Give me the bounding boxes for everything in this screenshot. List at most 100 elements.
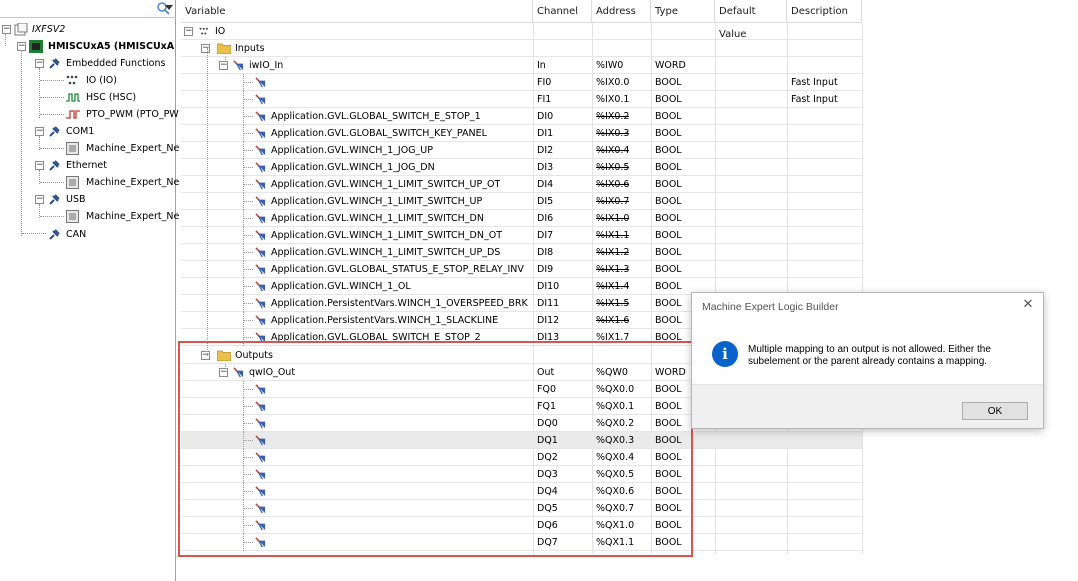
input-channel-row[interactable]: Application.GVL.WINCH_1_LIMIT_SWITCH_UP_… [181,244,862,261]
column-header-default-value[interactable]: Default Value [715,0,787,40]
input-channel-row[interactable]: Application.GVL.WINCH_1_LIMIT_SWITCH_DN_… [181,227,862,244]
input-variable-icon [255,281,266,292]
collapse-icon[interactable]: − [219,61,228,70]
input-channel-row[interactable]: Application.GVL.WINCH_1_LIMIT_SWITCH_UP_… [181,176,862,193]
input-variable-icon [255,213,266,224]
io-icon [199,27,208,35]
collapse-icon[interactable]: − [35,195,44,204]
cell-address: %IX1.2 [596,247,630,258]
tree-toolbar [0,0,176,18]
close-icon[interactable]: ✕ [1021,298,1035,312]
input-channel-row[interactable]: Application.GVL.WINCH_1_LIMIT_SWITCH_UP D… [181,193,862,210]
collapse-icon[interactable]: − [184,27,193,36]
input-variable-icon [255,77,266,88]
collapse-icon[interactable]: − [35,127,44,136]
cell-address: %IX0.3 [596,128,630,139]
cell-address: %IX1.0 [596,213,630,224]
cell-type: BOOL [655,281,682,292]
cell-variable[interactable]: Application.GVL.WINCH_1_LIMIT_SWITCH_DN [271,210,484,227]
usb-manager-label: Machine_Expert_Ne [86,211,180,222]
column-header-type[interactable]: Type [651,0,715,23]
collapse-icon[interactable]: − [201,44,210,53]
cell-address: %IX1.5 [596,298,630,309]
cell-channel: DI0 [537,111,554,122]
cell-address: %IX0.0 [596,77,630,88]
input-variable-icon [255,315,266,326]
cell-address: %IX0.6 [596,179,630,190]
pto-icon [66,110,80,119]
cell-type: BOOL [655,298,682,309]
input-variable-icon [233,60,244,71]
cell-channel: DI1 [537,128,554,139]
input-channel-row[interactable]: Application.GVL.WINCH_1_JOG_DN DI3 %IX0.5 B… [181,159,862,176]
input-channel-row[interactable]: − iwIO_In In %IW0 WORD [181,57,862,74]
collapse-icon[interactable]: − [35,161,44,170]
cell-channel: DI11 [537,298,560,309]
input-channel-row[interactable]: Application.GVL.GLOBAL_SWITCH_E_STOP_1 DI… [181,108,862,125]
cell-variable[interactable]: Application.GVL.WINCH_1_OL [271,278,411,295]
cell-variable[interactable]: Application.PersistentVars.WINCH_1_OVERS… [271,295,528,312]
input-variable-icon [255,128,266,139]
input-variable-icon [255,162,266,173]
io-icon [66,75,78,85]
cell-variable[interactable]: Application.GVL.GLOBAL_SWITCH_KEY_PANEL [271,125,487,142]
plug-icon [49,160,60,171]
input-variable-icon [255,230,266,241]
cell-variable[interactable]: Application.GVL.GLOBAL_STATUS_E_STOP_REL… [271,261,524,278]
cell-address: %IX0.1 [596,94,630,105]
cell-variable[interactable]: Application.GVL.WINCH_1_JOG_DN [271,159,435,176]
input-channel-row[interactable]: Application.GVL.WINCH_1_JOG_UP DI2 %IX0.4 B… [181,142,862,159]
cell-address: %IX0.7 [596,196,630,207]
cell-variable[interactable]: iwIO_In [249,57,283,74]
column-header-description[interactable]: Description [787,0,862,23]
cell-variable[interactable]: Application.GVL.WINCH_1_LIMIT_SWITCH_UP_… [271,244,500,261]
cell-channel: DI8 [537,247,554,258]
input-variable-icon [255,145,266,156]
cell-variable[interactable]: Application.GVL.GLOBAL_SWITCH_E_STOP_1 [271,108,481,125]
cell-channel: DI9 [537,264,554,275]
column-header-variable[interactable]: Variable [181,0,533,23]
cell-type: BOOL [655,111,682,122]
cell-type: BOOL [655,264,682,275]
cell-variable[interactable]: Application.GVL.WINCH_1_LIMIT_SWITCH_UP [271,193,482,210]
cell-type: BOOL [655,179,682,190]
plug-icon [49,229,60,240]
cell-type: BOOL [655,213,682,224]
collapse-icon[interactable]: − [2,25,11,34]
cell-type: BOOL [655,162,682,173]
dropdown-arrow-icon[interactable] [165,5,173,11]
tree-row-io[interactable]: − IO [181,23,862,40]
cell-variable[interactable]: Application.PersistentVars.WINCH_1_SLACK… [271,312,498,329]
cell-address: %IX1.1 [596,230,630,241]
cell-description: Fast Input [791,77,838,88]
input-channel-row[interactable]: Application.GVL.WINCH_1_LIMIT_SWITCH_DN D… [181,210,862,227]
column-header-address[interactable]: Address [592,0,651,23]
tree-row-inputs[interactable]: − Inputs [181,40,862,57]
message-dialog: Machine Expert Logic Builder ✕ i Multipl… [691,292,1044,429]
ok-button[interactable]: OK [962,402,1028,420]
input-channel-row[interactable]: FI1 %IX0.1 BOOL Fast Input [181,91,862,108]
ethernet-label: Ethernet [66,160,107,171]
cell-type: BOOL [655,77,682,88]
io-label: IO (IO) [86,75,117,86]
info-icon: i [712,341,738,367]
folder-icon [217,43,231,54]
collapse-icon[interactable]: − [17,42,26,51]
input-channel-row[interactable]: Application.GVL.GLOBAL_SWITCH_KEY_PANEL D… [181,125,862,142]
device-tree: − IXFSV2 − HMISCUxA5 (HMISCUxA − Embedde… [0,0,180,581]
cell-channel: DI12 [537,315,560,326]
input-channel-row[interactable]: Application.GVL.GLOBAL_STATUS_E_STOP_REL… [181,261,862,278]
ethernet-manager-label: Machine_Expert_Ne [86,177,180,188]
cell-variable[interactable]: Application.GVL.WINCH_1_LIMIT_SWITCH_UP_… [271,176,500,193]
collapse-icon[interactable]: − [35,59,44,68]
input-channel-row[interactable]: FI0 %IX0.0 BOOL Fast Input [181,74,862,91]
cell-variable[interactable]: Application.GVL.WINCH_1_JOG_UP [271,142,433,159]
cell-type: BOOL [655,128,682,139]
hsc-label: HSC (HSC) [86,92,137,103]
cell-address: %IX0.5 [596,162,630,173]
project-icon [14,23,28,36]
cell-variable[interactable]: Application.GVL.WINCH_1_LIMIT_SWITCH_DN_… [271,227,502,244]
cell-channel: DI10 [537,281,560,292]
plug-icon [49,58,60,69]
column-header-channel[interactable]: Channel [533,0,592,23]
